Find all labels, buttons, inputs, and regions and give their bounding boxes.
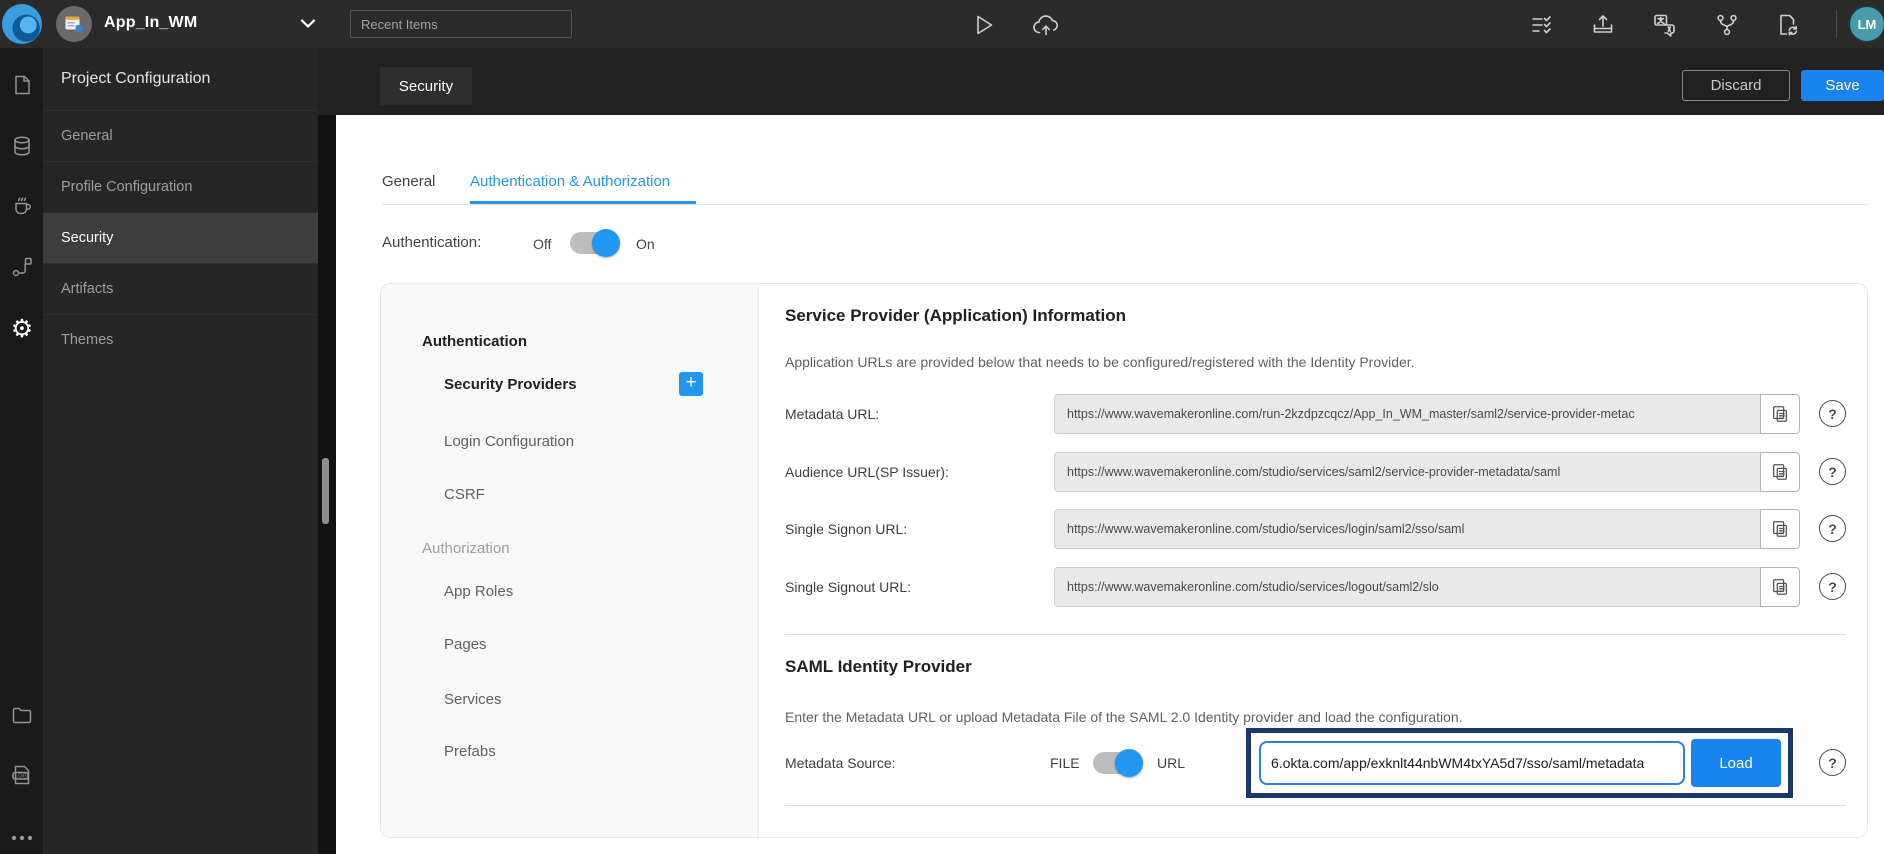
section-divider [785,634,1846,635]
service-provider-description: Application URLs are provided below that… [785,354,1415,370]
audience-url-field [1054,452,1801,492]
tab-general[interactable]: General [382,173,435,190]
toggle-knob [1115,749,1143,777]
save-button[interactable]: Save [1801,70,1884,101]
file-sync-icon[interactable] [1773,10,1803,40]
metadata-url-label: Metadata URL: [785,406,880,422]
audience-url-input[interactable] [1054,452,1761,492]
load-button[interactable]: Load [1691,739,1781,787]
top-bar: App_In_WM Recent Items LM [0,0,1884,48]
security-nav-panel: Authentication Security Providers + Logi… [381,284,759,837]
auth-toggle-on-label: On [636,236,655,252]
copy-signout-url-button[interactable] [1760,567,1800,607]
single-signon-url-field [1054,509,1801,549]
java-services-icon[interactable] [8,191,36,219]
panel-item-csrf[interactable]: CSRF [444,486,485,503]
idp-metadata-url-input[interactable] [1259,741,1685,785]
saml-idp-description: Enter the Metadata URL or upload Metadat… [785,709,1463,725]
wavemaker-logo-icon[interactable] [2,3,44,45]
icon-rail: ⚙ LOG [0,48,43,854]
tab-authentication-authorization[interactable]: Authentication & Authorization [470,173,670,190]
panel-item-pages[interactable]: Pages [444,636,487,653]
sidebar-item-security[interactable]: Security [43,212,318,263]
folder-icon[interactable] [8,701,36,729]
logs-icon[interactable]: LOG [8,761,36,789]
database-icon[interactable] [8,132,36,160]
single-signout-url-field [1054,567,1801,607]
sidebar-item-general[interactable]: General [43,110,318,161]
single-signon-url-label: Single Signon URL: [785,521,908,537]
tabs-divider [382,204,1868,205]
version-control-icon[interactable] [1712,10,1742,40]
sidebar-item-profile-configuration[interactable]: Profile Configuration [43,161,318,212]
project-title: App_In_WM [104,14,198,31]
service-provider-title: Service Provider (Application) Informati… [785,306,1127,325]
metadata-source-file-label: FILE [1050,755,1080,771]
metadata-source-url-label: URL [1157,755,1186,771]
single-signout-url-label: Single Signout URL: [785,579,912,595]
app-icon[interactable] [56,6,92,42]
chevron-down-icon[interactable] [300,19,316,29]
avatar[interactable]: LM [1848,5,1884,43]
panel-item-security-providers[interactable]: Security Providers [444,376,577,393]
toggle-knob [592,229,620,257]
run-icon[interactable] [967,10,997,40]
help-icon[interactable]: ? [1819,749,1846,776]
metadata-url-input[interactable] [1054,394,1761,434]
single-signout-url-input[interactable] [1054,567,1761,607]
recent-items-input[interactable] [350,10,572,38]
metadata-url-field [1054,394,1801,434]
authentication-toggle[interactable] [570,229,620,257]
settings-gear-icon[interactable]: ⚙ [8,315,36,343]
panel-section-authentication: Authentication [422,333,527,350]
section-divider [785,805,1846,806]
saml-idp-title: SAML Identity Provider [785,657,972,676]
discard-button[interactable]: Discard [1682,70,1790,101]
add-provider-button[interactable]: + [679,372,703,396]
pages-icon[interactable] [8,71,36,99]
authentication-label: Authentication: [382,234,482,251]
help-icon[interactable]: ? [1819,400,1846,427]
copy-signon-url-button[interactable] [1760,509,1800,549]
panel-item-services[interactable]: Services [444,691,502,708]
export-icon[interactable] [1588,10,1618,40]
more-icon[interactable] [8,824,36,852]
panel-section-authorization: Authorization [422,540,510,557]
audience-url-label: Audience URL(SP Issuer): [785,464,949,480]
auth-toggle-off-label: Off [533,236,552,252]
sidebar-item-artifacts[interactable]: Artifacts [43,263,318,314]
copy-audience-url-button[interactable] [1760,452,1800,492]
svg-text:LOG: LOG [15,774,27,780]
metadata-source-label: Metadata Source: [785,755,896,771]
apis-icon[interactable] [8,253,36,281]
wavemaker-studio-screen: App_In_WM Recent Items LM Security Disca… [0,0,1884,854]
help-icon[interactable]: ? [1819,458,1846,485]
scrollbar-thumb[interactable] [322,458,329,524]
metadata-url-highlight-box: Load [1246,728,1793,798]
sidebar-title: Project Configuration [61,70,211,87]
page-title-tab[interactable]: Security [380,67,472,105]
panel-item-prefabs[interactable]: Prefabs [444,743,496,760]
page-header [318,48,1884,115]
help-icon[interactable]: ? [1819,515,1846,542]
sidebar: Project Configuration General Profile Co… [43,48,318,854]
cloud-upload-icon[interactable] [1031,10,1061,40]
help-icon[interactable]: ? [1819,573,1846,600]
sidebar-item-themes[interactable]: Themes [43,314,318,365]
single-signon-url-input[interactable] [1054,509,1761,549]
translate-icon[interactable] [1650,10,1680,40]
copy-metadata-url-button[interactable] [1760,394,1800,434]
topbar-divider [1836,10,1837,38]
panel-item-login-configuration[interactable]: Login Configuration [444,433,574,450]
security-card: Authentication Security Providers + Logi… [380,283,1868,838]
panel-item-app-roles[interactable]: App Roles [444,583,513,600]
metadata-source-toggle[interactable] [1093,749,1143,777]
checklist-icon[interactable] [1527,10,1557,40]
